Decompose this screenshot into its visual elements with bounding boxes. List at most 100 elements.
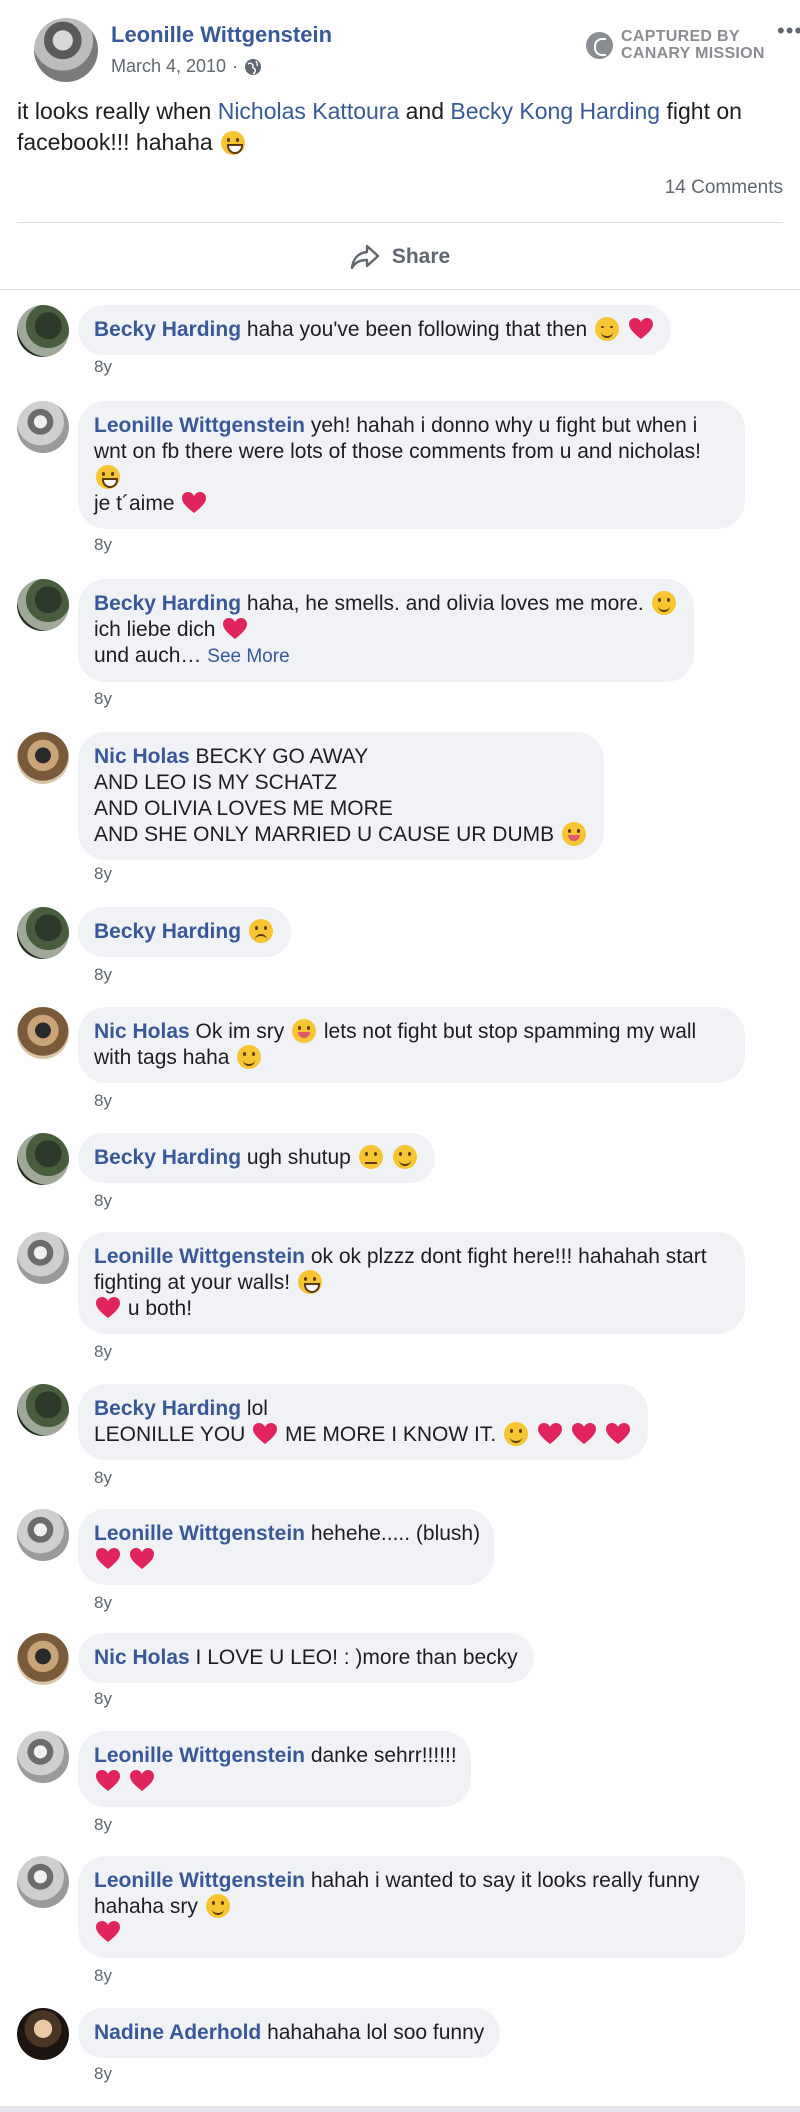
captured-line1: CAPTURED BY <box>621 28 740 45</box>
post-author-name[interactable]: Leonille Wittgenstein <box>111 22 332 48</box>
comment-text: ok ok plzzz dont fight here!!! hahahah s… <box>310 1245 707 1268</box>
commenter-name[interactable]: Nic Holas <box>94 1020 190 1043</box>
tongue-emoji-icon <box>292 1019 317 1043</box>
heart-icon <box>96 1921 120 1943</box>
comment-text: Ok im sry <box>195 1020 285 1043</box>
comment-time[interactable]: 8y <box>94 535 112 555</box>
comment-text: haha you've been following that then <box>246 318 588 341</box>
avatar[interactable] <box>17 907 69 959</box>
comment-text: haha, he smells. and olivia loves me mor… <box>246 592 644 615</box>
commenter-name[interactable]: Becky Harding <box>94 1146 241 1169</box>
comment-time[interactable]: 8y <box>94 1468 112 1488</box>
comment-text: BECKY GO AWAY <box>195 745 369 768</box>
avatar[interactable] <box>17 305 69 357</box>
comment-text: danke sehrr!!!!!! <box>310 1744 457 1767</box>
avatar[interactable] <box>17 732 69 784</box>
avatar[interactable] <box>17 1384 69 1436</box>
heart-icon <box>96 1297 120 1319</box>
avatar[interactable] <box>17 1007 69 1059</box>
commenter-name[interactable]: Becky Harding <box>94 920 241 943</box>
smile-emoji-icon <box>651 591 676 615</box>
smile-emoji-icon <box>504 1422 529 1446</box>
comment-bubble: Nic Holas BECKY GO AWAY AND LEO IS MY SC… <box>78 732 604 860</box>
heart-icon <box>182 492 207 514</box>
share-arrow-icon <box>350 244 380 270</box>
comment-count[interactable]: 14 Comments <box>665 177 783 199</box>
comment-text: AND OLIVIA LOVES ME MORE <box>94 797 393 820</box>
comment-text: hehehe..... (blush) <box>310 1522 481 1545</box>
comment-bubble: Leonille Wittgenstein danke sehrr!!!!!! <box>78 1731 471 1807</box>
avatar[interactable] <box>17 1509 69 1561</box>
comment-time[interactable]: 8y <box>94 1689 112 1709</box>
heart-icon <box>129 1770 154 1792</box>
avatar[interactable] <box>17 1856 69 1908</box>
comment-time[interactable]: 8y <box>94 1091 112 1111</box>
comment-time[interactable]: 8y <box>94 965 112 985</box>
comment-time[interactable]: 8y <box>94 2064 112 2084</box>
comment-text: und auch… <box>94 644 202 667</box>
canary-logo-icon <box>586 31 613 59</box>
commenter-name[interactable]: Leonille Wittgenstein <box>94 1522 305 1545</box>
comment-text: ugh shutup <box>246 1146 351 1169</box>
comment-time[interactable]: 8y <box>94 1191 112 1211</box>
comment-bubble: Nic Holas Ok im sry lets not fight but s… <box>78 1007 745 1083</box>
avatar[interactable] <box>17 401 69 453</box>
comment-time[interactable]: 8y <box>94 1342 112 1362</box>
frowning-emoji-icon <box>248 919 273 943</box>
commenter-name[interactable]: Leonille Wittgenstein <box>94 1744 305 1767</box>
comment-bubble: Leonille Wittgenstein hehehe..... (blush… <box>78 1509 494 1585</box>
commenter-name[interactable]: Becky Harding <box>94 592 241 615</box>
heart-icon <box>129 1548 154 1570</box>
comment-text: LEONILLE YOU <box>94 1423 246 1446</box>
comment-text: fighting at your walls! <box>94 1271 291 1294</box>
commenter-name[interactable]: Leonille Wittgenstein <box>94 414 305 437</box>
avatar[interactable] <box>17 1133 69 1185</box>
comment-time[interactable]: 8y <box>94 357 112 377</box>
avatar[interactable] <box>17 1633 69 1685</box>
tag-link-nicholas[interactable]: Nicholas Kattoura <box>218 98 400 124</box>
comment-text: AND SHE ONLY MARRIED U CAUSE UR DUMB <box>94 823 555 846</box>
see-more-link[interactable]: See More <box>207 646 289 667</box>
comment-text: with tags haha <box>94 1046 230 1069</box>
comment-time[interactable]: 8y <box>94 1966 112 1986</box>
divider <box>17 222 783 223</box>
divider <box>0 2106 800 2112</box>
share-button[interactable]: Share <box>17 228 783 286</box>
commenter-name[interactable]: Leonille Wittgenstein <box>94 1245 305 1268</box>
comment-time[interactable]: 8y <box>94 1593 112 1613</box>
avatar[interactable] <box>17 579 69 631</box>
comment-time[interactable]: 8y <box>94 689 112 709</box>
comment-text: ich liebe dich <box>94 618 216 641</box>
smirk-emoji-icon <box>595 317 620 341</box>
post-date[interactable]: March 4, 2010 <box>111 56 226 77</box>
comment-text: u both! <box>127 1297 193 1320</box>
divider <box>0 289 800 290</box>
commenter-name[interactable]: Nic Holas <box>94 1646 190 1669</box>
comment-text: hahah i wanted to say it looks really fu… <box>310 1869 700 1892</box>
commenter-name[interactable]: Becky Harding <box>94 318 241 341</box>
globe-icon <box>244 58 262 76</box>
avatar[interactable] <box>17 1232 69 1284</box>
comment-bubble: Leonille Wittgenstein hahah i wanted to … <box>78 1856 745 1958</box>
heart-icon <box>96 1548 120 1570</box>
commenter-name[interactable]: Becky Harding <box>94 1397 241 1420</box>
avatar[interactable] <box>17 2008 69 2060</box>
commenter-name[interactable]: Nadine Aderhold <box>94 2021 261 2044</box>
post-author-avatar[interactable] <box>34 18 98 82</box>
neutral-emoji-icon <box>358 1145 383 1169</box>
comment-bubble: Becky Harding <box>78 907 291 957</box>
comment-time[interactable]: 8y <box>94 1815 112 1835</box>
grinning-emoji-icon <box>221 131 246 155</box>
comment-text: hahaha sry <box>94 1895 198 1918</box>
commenter-name[interactable]: Leonille Wittgenstein <box>94 1869 305 1892</box>
comment-time[interactable]: 8y <box>94 864 112 884</box>
more-options-icon[interactable]: ••• <box>777 18 800 44</box>
commenter-name[interactable]: Nic Holas <box>94 745 190 768</box>
post-meta: March 4, 2010 · <box>111 56 262 77</box>
avatar[interactable] <box>17 1731 69 1783</box>
post-header: Leonille Wittgenstein March 4, 2010 · CA… <box>17 0 800 92</box>
comment-text: wnt on fb there were lots of those comme… <box>94 440 701 463</box>
tag-link-becky[interactable]: Becky Kong Harding <box>450 98 660 124</box>
heart-icon <box>223 618 248 640</box>
post-text: it looks really when Nicholas Kattoura a… <box>17 96 777 158</box>
